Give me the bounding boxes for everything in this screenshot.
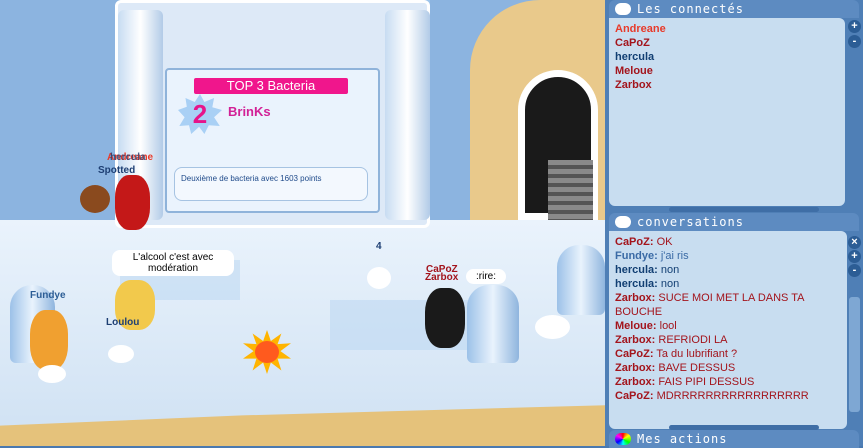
chat-username[interactable]: CaPoZ: [615,390,654,402]
leaderboard-player: BrinKs [228,104,271,119]
chat-username[interactable]: hercula: [615,264,658,276]
chat-message: BOUCHE [615,305,841,319]
connected-list: Andreane CaPoZ hercula Meloue Zarbox [609,18,845,206]
connected-user[interactable]: CaPoZ [615,36,839,50]
chat-message: Zarbox: BAVE DESSUS [615,361,841,375]
snowball-creature[interactable] [38,365,66,383]
close-button[interactable]: × [848,236,861,249]
resize-handle[interactable] [669,207,819,212]
chat-text: SUCE MOI MET LA DANS TA [658,292,805,304]
chat-text: MDRRRRRRRRRRRRRRRRR [656,390,809,402]
chat-message: hercula: non [615,263,841,277]
side-panel: Les connectés Andreane CaPoZ hercula Mel… [605,0,863,448]
chat-text: lool [659,320,677,332]
chat-text: Ta du lubrifiant ? [656,348,738,360]
actions-title: Mes actions [637,432,728,446]
chat-scrollbar[interactable] [849,297,860,412]
chat-username[interactable]: hercula: [615,278,658,290]
stairs [548,160,593,220]
chat-message: Zarbox: FAIS PIPI DESSUS [615,375,841,389]
chat-text: j'ai ris [660,250,689,262]
chat-message: CaPoZ: MDRRRRRRRRRRRRRRRRR [615,389,841,403]
collapse-button[interactable]: - [848,35,861,48]
counter-label: 4 [376,241,382,252]
connected-title: Les connectés [637,2,744,16]
chat-username[interactable]: Zarbox: [615,334,655,346]
chat-username[interactable]: Meloue: [615,320,657,332]
chat-message: Fundye: j'ai ris [615,249,841,263]
chat-username[interactable]: Zarbox: [615,376,655,388]
chat-message: Zarbox: REFRIODI LA [615,333,841,347]
connected-user[interactable]: hercula [615,50,839,64]
player-name[interactable]: Zarbox [425,272,458,283]
leaderboard-title: TOP 3 Bacteria [194,78,348,94]
chat-bubble-icon [615,216,631,228]
chat-message: hercula: non [615,277,841,291]
actions-header[interactable]: Mes actions [609,430,859,448]
avatar-spotted[interactable] [80,185,110,213]
bunny-creature[interactable] [535,315,570,339]
chat-username[interactable]: Fundye: [615,250,658,262]
avatar-fundye[interactable] [30,310,68,370]
player-name[interactable]: hercula [110,152,146,163]
snowball-creature[interactable] [108,345,134,363]
chat-text: REFRIODI LA [658,334,728,346]
color-palette-icon [615,433,631,445]
chat-username[interactable]: Zarbox: [615,292,655,304]
connected-user[interactable]: Meloue [615,64,839,78]
connected-user[interactable]: Andreane [615,22,839,36]
player-name[interactable]: Loulou [106,317,139,328]
chat-username[interactable]: CaPoZ: [615,348,654,360]
sun-center [255,341,279,363]
conversations-header[interactable]: conversations [609,213,859,231]
users-icon [615,3,631,15]
chat-message: CaPoZ: Ta du lubrifiant ? [615,347,841,361]
ice-cylinder [467,285,519,363]
rank-number: 2 [192,99,208,129]
expand-button[interactable]: + [848,20,861,33]
avatar-zarbox[interactable] [425,288,465,348]
speech-bubble: :rire: [466,269,506,284]
chat-text: FAIS PIPI DESSUS [658,376,755,388]
pillar [385,10,430,220]
expand-button[interactable]: + [848,250,861,263]
chat-log: CaPoZ: OK Fundye: j'ai ris hercula: non her… [609,231,847,429]
player-name[interactable]: Fundye [30,290,66,301]
ice-cylinder [557,245,605,315]
speech-bubble: L'alcool c'est avec modération [112,250,234,276]
snowball-creature[interactable] [367,267,391,289]
leaderboard-caption: Deuxième de bacteria avec 1603 points [174,167,368,201]
avatar-hercula[interactable] [115,175,150,230]
collapse-button[interactable]: - [848,264,861,277]
chat-text: OK [656,236,673,248]
chat-username[interactable]: Zarbox: [615,362,655,374]
chat-text: BOUCHE [615,306,663,318]
player-name[interactable]: Spotted [98,165,135,176]
chat-text: non [660,278,680,290]
game-scene[interactable]: TOP 3 Bacteria 2 BrinKs Deuxième de bact… [0,0,605,446]
chat-text: non [660,264,680,276]
chat-username[interactable]: CaPoZ: [615,236,654,248]
chat-message: Zarbox: SUCE MOI MET LA DANS TA [615,291,841,305]
connected-header[interactable]: Les connectés [609,0,859,18]
connected-user[interactable]: Zarbox [615,78,839,92]
conversations-title: conversations [637,215,744,229]
chat-message: Meloue: lool [615,319,841,333]
chat-text: BAVE DESSUS [658,362,736,374]
chat-message: CaPoZ: OK [615,235,841,249]
